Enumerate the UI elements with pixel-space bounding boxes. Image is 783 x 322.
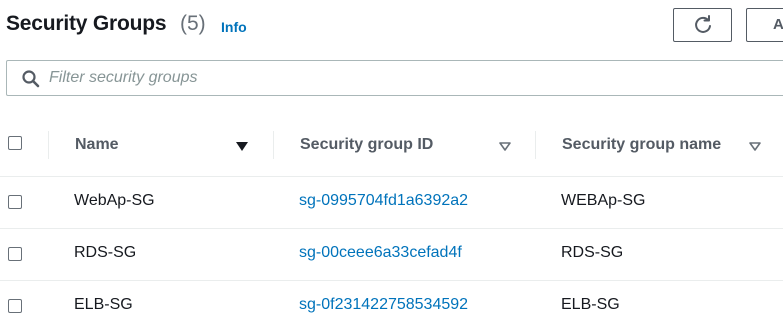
column-header-security-group-id[interactable]: Security group ID bbox=[300, 136, 433, 154]
cell-security-group-id-link[interactable]: sg-0f231422758534592 bbox=[299, 296, 468, 314]
actions-button[interactable]: A bbox=[746, 8, 783, 42]
table-header: Name Security group ID Security group na… bbox=[0, 114, 783, 177]
table-row[interactable]: ELB-SG sg-0f231422758534592 ELB-SG bbox=[0, 281, 783, 322]
page-header: Security Groups (5) Info A bbox=[0, 0, 783, 52]
cell-security-group-id-link[interactable]: sg-00ceee6a33cefad4f bbox=[299, 244, 462, 262]
search-input[interactable] bbox=[49, 61, 749, 95]
refresh-icon bbox=[694, 15, 711, 33]
search-icon bbox=[22, 70, 40, 88]
row-checkbox[interactable] bbox=[8, 299, 22, 313]
column-divider bbox=[535, 131, 536, 159]
caret-down-outline-icon[interactable] bbox=[748, 141, 762, 153]
table-row[interactable]: RDS-SG sg-00ceee6a33cefad4f RDS-SG bbox=[0, 229, 783, 281]
page-title: Security Groups bbox=[6, 12, 167, 35]
cell-name: RDS-SG bbox=[74, 244, 137, 261]
cell-security-group-name: RDS-SG bbox=[561, 244, 624, 261]
caret-down-filled-icon[interactable] bbox=[235, 141, 249, 153]
column-divider bbox=[48, 131, 49, 159]
row-checkbox[interactable] bbox=[8, 195, 22, 209]
column-header-name[interactable]: Name bbox=[75, 136, 119, 154]
table-row[interactable]: WebAp-SG sg-0995704fd1a6392a2 WEBAp-SG bbox=[0, 177, 783, 229]
refresh-button[interactable] bbox=[673, 8, 732, 42]
cell-name: WebAp-SG bbox=[74, 192, 155, 209]
column-divider bbox=[273, 131, 274, 159]
column-header-security-group-name[interactable]: Security group name bbox=[562, 136, 721, 154]
cell-security-group-id-link[interactable]: sg-0995704fd1a6392a2 bbox=[299, 192, 468, 210]
cell-name: ELB-SG bbox=[74, 296, 133, 313]
row-checkbox[interactable] bbox=[8, 247, 22, 261]
caret-down-outline-icon[interactable] bbox=[498, 141, 512, 153]
security-groups-table: Name Security group ID Security group na… bbox=[0, 114, 783, 322]
select-all-checkbox[interactable] bbox=[8, 136, 22, 150]
item-count: (5) bbox=[180, 12, 206, 35]
cell-security-group-name: ELB-SG bbox=[561, 296, 620, 313]
cell-security-group-name: WEBAp-SG bbox=[561, 192, 646, 209]
search-bar bbox=[6, 60, 783, 96]
security-groups-page: Security Groups (5) Info A Name bbox=[0, 0, 783, 322]
info-link[interactable]: Info bbox=[221, 19, 247, 35]
